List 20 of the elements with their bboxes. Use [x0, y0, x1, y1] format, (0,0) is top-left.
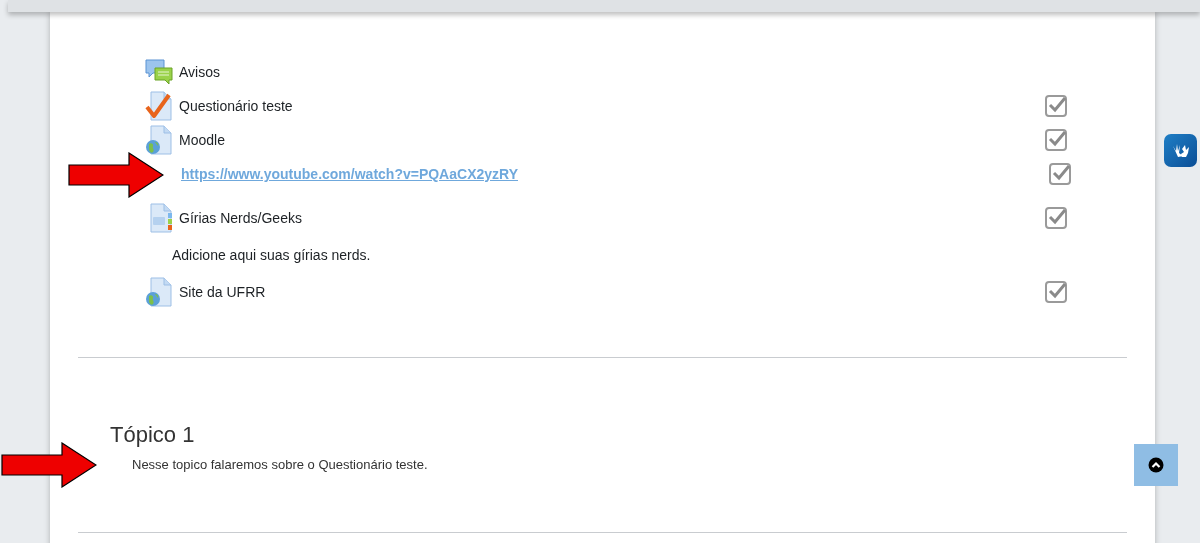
chat-bubbles-icon — [145, 57, 173, 87]
activity-link[interactable]: Questionário teste — [179, 98, 1045, 114]
activity-link[interactable]: Moodle — [179, 132, 1045, 148]
section-title: Tópico 1 — [110, 422, 196, 448]
completion-checkbox[interactable] — [1045, 95, 1067, 117]
activity-link[interactable]: Avisos — [179, 64, 1067, 80]
completion-checkbox[interactable] — [1045, 129, 1067, 151]
activity-description: Adicione aqui suas gírias nerds. — [172, 247, 372, 263]
completion-checkbox[interactable] — [1045, 207, 1067, 229]
sign-language-button[interactable] — [1164, 134, 1197, 167]
quiz-checkmark-icon — [145, 91, 173, 121]
globe-document-icon — [145, 277, 173, 307]
chevron-up-icon — [1148, 457, 1164, 473]
completion-checkbox[interactable] — [1045, 281, 1067, 303]
section-summary: Nesse topico falaremos sobre o Questionário teste. — [132, 456, 428, 472]
activity-link[interactable]: Gírias Nerds/Geeks — [179, 210, 1045, 226]
completion-checkbox[interactable] — [1049, 163, 1071, 185]
activity-link[interactable]: Site da UFRR — [179, 284, 1045, 300]
globe-document-icon — [145, 125, 173, 155]
back-to-top-button[interactable] — [1134, 444, 1178, 486]
